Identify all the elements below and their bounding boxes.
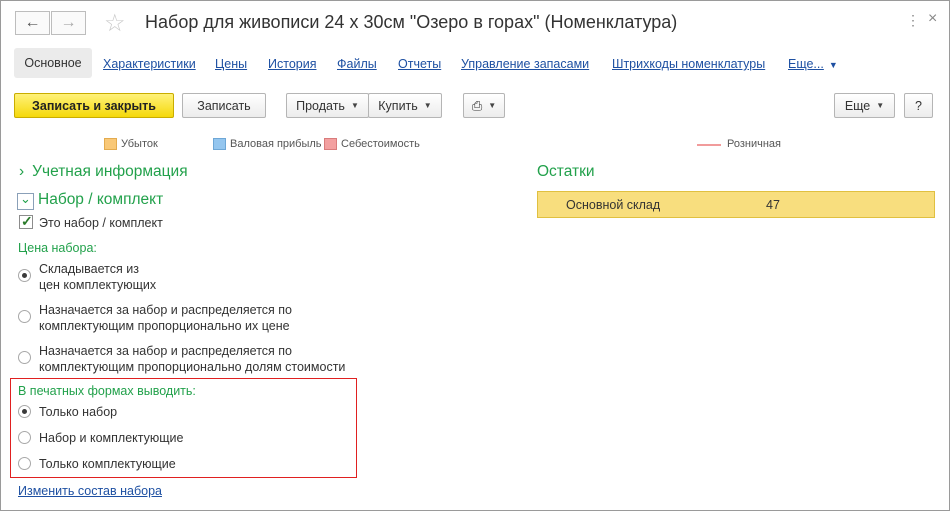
chevron-down-icon: ▼ (828, 60, 838, 70)
stock-warehouse: Основной склад (566, 198, 661, 212)
kit-price-label: Цена набора: (18, 241, 97, 255)
tab-main[interactable]: Основное (14, 48, 92, 78)
price-option-by-price-radio[interactable] (18, 310, 31, 323)
more-button[interactable]: Еще ▼ (834, 93, 895, 118)
price-option-sum-radio[interactable] (18, 269, 31, 282)
is-kit-label: Это набор / комплект (39, 216, 163, 230)
save-and-close-label: Записать и закрыть (32, 98, 156, 113)
printer-icon: ⎙ (471, 97, 483, 113)
print-forms-label: В печатных формах выводить: (18, 384, 196, 398)
window-title: Набор для живописи 24 х 30см "Озеро в го… (145, 12, 678, 32)
help-button[interactable]: ? (904, 93, 933, 118)
legend-label-cost: Себестоимость (341, 138, 420, 150)
is-kit-checkbox[interactable]: ✓ (19, 213, 33, 229)
buy-label: Купить (378, 98, 418, 113)
accounting-heading: Учетная информация (32, 163, 188, 180)
kit-heading: Набор / комплект (38, 191, 164, 208)
help-label: ? (915, 98, 922, 113)
stock-heading: Остатки (537, 163, 595, 180)
accounting-section-toggle[interactable]: › Учетная информация (19, 163, 188, 181)
legend-swatch-gross-profit (213, 138, 226, 150)
chevron-down-icon: ⌄ (20, 191, 31, 206)
print-button[interactable]: ⎙ ▼ (463, 93, 505, 118)
legend-swatch-cost (324, 138, 337, 150)
arrow-left-icon: ← (24, 14, 41, 31)
tab-files[interactable]: Файлы (337, 57, 377, 71)
checkmark-icon: ✓ (21, 213, 33, 229)
legend-label-loss: Убыток (121, 138, 158, 150)
more-dots-icon[interactable]: ⋮ (906, 12, 921, 29)
chevron-down-icon: ▼ (423, 101, 432, 110)
price-option-sum-label[interactable]: Складывается из цен комплектующих (39, 261, 156, 293)
sell-label: Продать (296, 98, 345, 113)
tab-reports[interactable]: Отчеты (398, 57, 441, 71)
print-option-kit-only-label[interactable]: Только набор (39, 404, 117, 420)
close-icon[interactable]: × (928, 10, 937, 28)
sell-button[interactable]: Продать ▼ (286, 93, 369, 118)
favorite-star-icon[interactable]: ☆ (104, 10, 126, 38)
buy-button[interactable]: Купить ▼ (368, 93, 442, 118)
price-option-by-cost-share-label[interactable]: Назначается за набор и распределяется по… (39, 343, 345, 375)
tab-more-label: Еще... (788, 57, 824, 71)
legend-label-gross-profit: Валовая прибыль (230, 138, 322, 150)
price-option-by-cost-share-radio[interactable] (18, 351, 31, 364)
legend-label-retail: Розничная (727, 138, 781, 150)
more-label: Еще (844, 98, 871, 113)
print-option-kit-and-components-label[interactable]: Набор и комплектующие (39, 430, 183, 446)
back-button[interactable]: ← (15, 11, 50, 35)
print-option-components-only-radio[interactable] (18, 457, 31, 470)
price-option-by-price-label[interactable]: Назначается за набор и распределяется по… (39, 302, 292, 334)
tab-more[interactable]: Еще... ▼ (788, 57, 838, 71)
save-and-close-button[interactable]: Записать и закрыть (14, 93, 174, 118)
kit-section-toggle[interactable]: ⌄ (17, 191, 34, 210)
save-button[interactable]: Записать (182, 93, 266, 118)
tab-prices[interactable]: Цены (215, 57, 247, 71)
print-option-kit-only-radio[interactable] (18, 405, 31, 418)
tab-stock-management[interactable]: Управление запасами (461, 57, 589, 71)
forward-button[interactable]: → (51, 11, 86, 35)
tab-history[interactable]: История (268, 57, 316, 71)
tab-barcodes[interactable]: Штрихкоды номенклатуры (612, 57, 765, 71)
legend-swatch-loss (104, 138, 117, 150)
chevron-down-icon: ▼ (488, 101, 497, 110)
chevron-right-icon: › (19, 163, 25, 180)
print-option-components-only-label[interactable]: Только комплектующие (39, 456, 176, 472)
chevron-down-icon: ▼ (876, 101, 885, 110)
stock-quantity: 47 (766, 198, 780, 212)
arrow-right-icon: → (60, 14, 77, 31)
chevron-down-icon: ▼ (350, 101, 359, 110)
change-kit-composition-link[interactable]: Изменить состав набора (18, 484, 162, 498)
legend-line-retail (697, 144, 721, 146)
print-option-kit-and-components-radio[interactable] (18, 431, 31, 444)
save-label: Записать (197, 98, 251, 113)
tab-characteristics[interactable]: Характеристики (103, 57, 196, 71)
